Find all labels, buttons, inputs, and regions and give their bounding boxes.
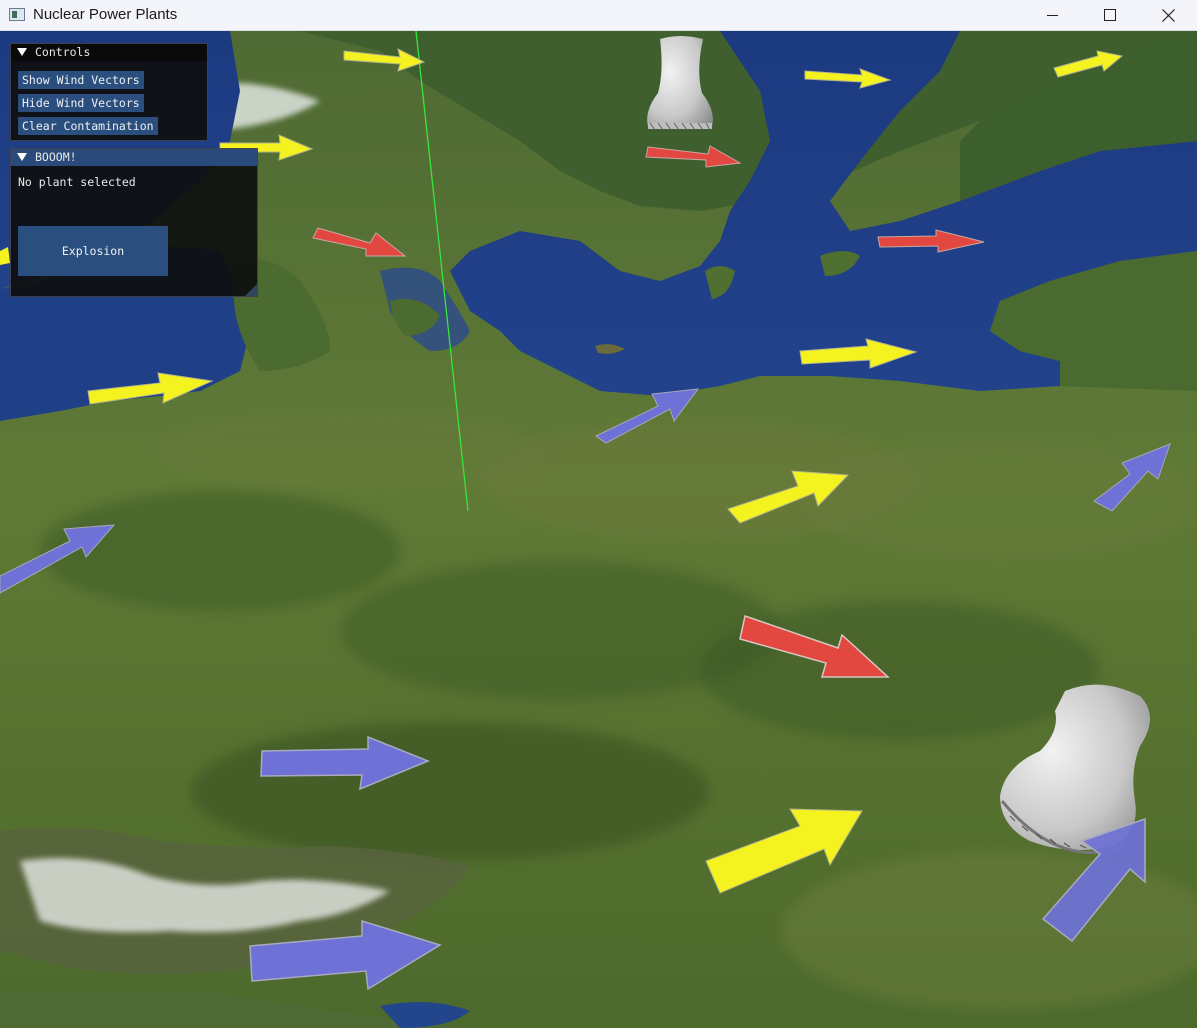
explosion-button[interactable]: Explosion <box>18 226 168 276</box>
clear-contamination-button[interactable]: Clear Contamination <box>18 117 158 135</box>
terrain-patch <box>40 491 400 611</box>
resize-grip[interactable] <box>245 284 257 296</box>
title-bar[interactable]: Nuclear Power Plants <box>0 0 1197 31</box>
terrain-patch <box>190 721 710 861</box>
hide-wind-vectors-button[interactable]: Hide Wind Vectors <box>18 94 144 112</box>
maximize-icon <box>1104 9 1116 21</box>
controls-panel-title[interactable]: Controls <box>11 44 207 61</box>
minimize-button[interactable] <box>1024 0 1082 30</box>
controls-panel[interactable]: Controls Show Wind Vectors Hide Wind Vec… <box>10 43 208 141</box>
selection-status: No plant selected <box>18 175 136 189</box>
controls-title-label: Controls <box>35 45 91 59</box>
booom-panel[interactable]: BOOOM! No plant selected Explosion <box>10 148 258 297</box>
booom-panel-title[interactable]: BOOOM! <box>11 149 257 166</box>
close-button[interactable] <box>1139 0 1197 30</box>
close-icon <box>1161 8 1175 22</box>
maximize-button[interactable] <box>1081 0 1139 30</box>
window-title: Nuclear Power Plants <box>33 6 178 23</box>
terrain-patch <box>150 411 550 491</box>
triangle-down-icon[interactable] <box>17 48 27 56</box>
map-viewport[interactable]: Controls Show Wind Vectors Hide Wind Vec… <box>0 31 1197 1028</box>
app-window: Nuclear Power Plants Controls Show Wind … <box>0 0 1197 1028</box>
app-window-icon <box>9 8 25 21</box>
triangle-down-icon[interactable] <box>17 153 27 161</box>
show-wind-vectors-button[interactable]: Show Wind Vectors <box>18 71 144 89</box>
booom-title-label: BOOOM! <box>35 150 77 164</box>
minimize-icon <box>1047 15 1058 16</box>
